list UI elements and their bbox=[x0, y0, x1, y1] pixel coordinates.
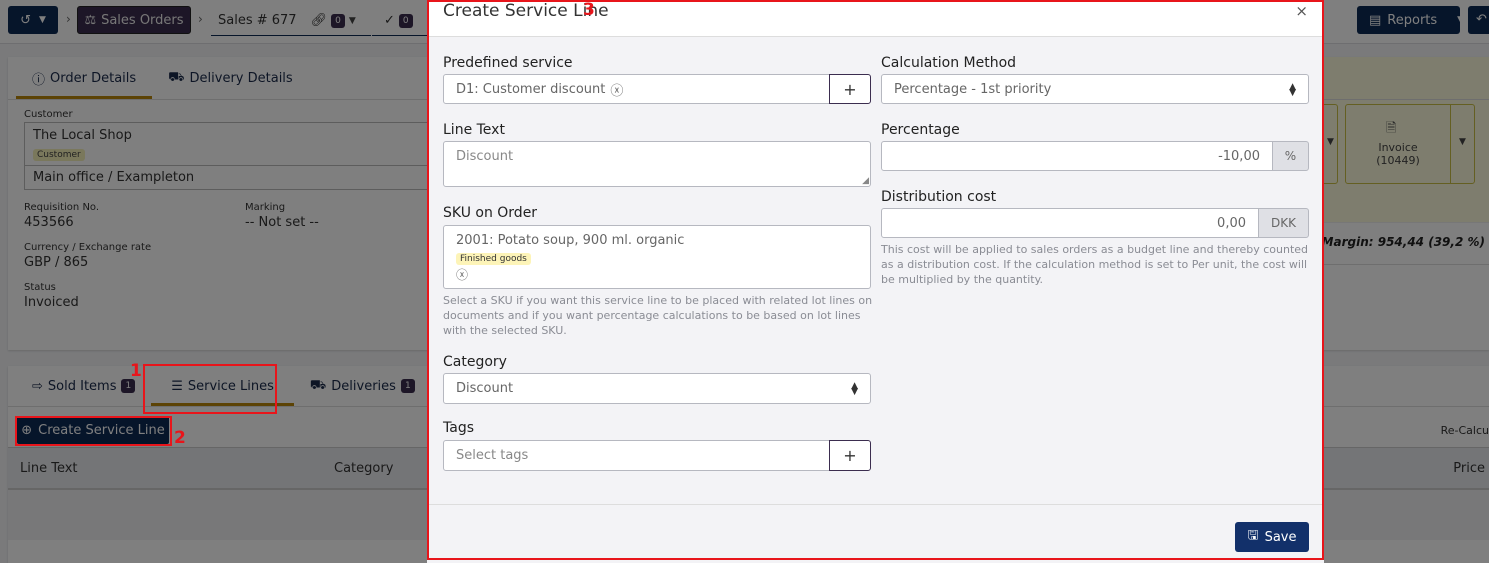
app-background: ↺ ▼ › ⚖ Sales Orders › Sales # 677 🔗︎ 0 … bbox=[0, 0, 1489, 563]
annotation-number: 3 bbox=[583, 0, 595, 20]
annotation-box-service-lines-tab bbox=[143, 364, 277, 414]
annotation-box-modal bbox=[427, 0, 1324, 560]
annotation-number: 1 bbox=[130, 361, 142, 381]
annotation-box-create-button bbox=[15, 416, 172, 446]
annotation-number: 2 bbox=[174, 428, 186, 448]
